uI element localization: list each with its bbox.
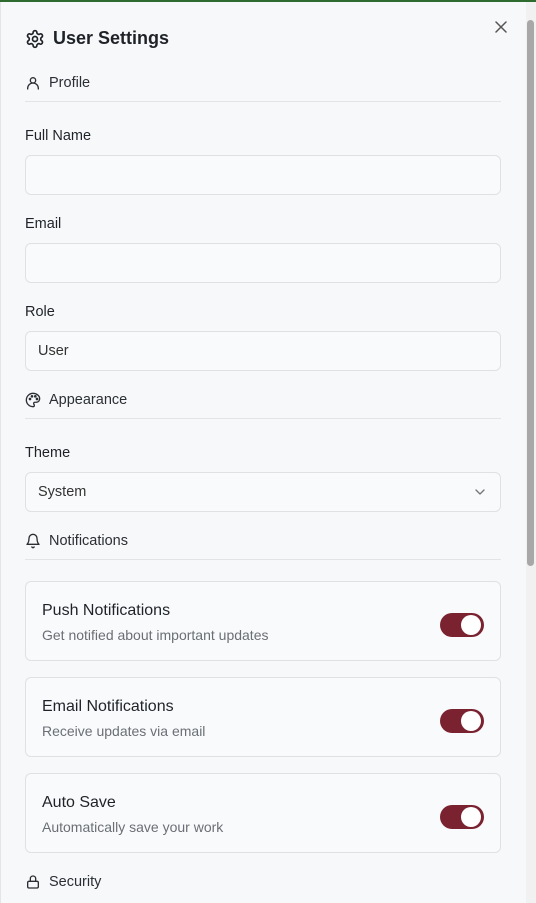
setting-card-push-notifications: Push Notifications Get notified about im… [25, 581, 501, 661]
setting-card-auto-save: Auto Save Automatically save your work [25, 773, 501, 853]
lock-icon [25, 874, 41, 890]
gear-icon [25, 29, 45, 49]
setting-description: Automatically save your work [42, 819, 224, 835]
dialog-header: User Settings [25, 28, 169, 49]
section-security: Security [25, 871, 501, 901]
theme-select-value: System [38, 484, 87, 500]
scrollbar[interactable] [526, 2, 536, 903]
close-button[interactable] [491, 17, 511, 37]
scrollbar-thumb[interactable] [527, 20, 534, 566]
theme-select[interactable]: System [25, 472, 501, 512]
toggle-knob [461, 711, 481, 731]
email-notifications-toggle[interactable] [440, 709, 484, 733]
settings-panel: User Settings Profile Full Name Email Ro… [0, 2, 526, 903]
chevron-down-icon [474, 486, 486, 498]
user-icon [25, 75, 41, 91]
setting-title: Auto Save [42, 794, 116, 811]
section-appearance: Appearance [25, 389, 501, 419]
role-label: Role [25, 304, 55, 320]
setting-title: Push Notifications [42, 602, 171, 619]
toggle-knob [461, 615, 481, 635]
email-input[interactable] [25, 243, 501, 283]
section-profile: Profile [25, 72, 501, 102]
setting-description: Get notified about important updates [42, 627, 269, 643]
palette-icon [25, 392, 41, 408]
close-icon [495, 21, 507, 33]
section-notifications-label: Notifications [49, 532, 128, 549]
toggle-knob [461, 807, 481, 827]
setting-description: Receive updates via email [42, 723, 206, 739]
bell-icon [25, 533, 41, 549]
section-security-label: Security [49, 874, 102, 890]
setting-card-email-notifications: Email Notifications Receive updates via … [25, 677, 501, 757]
section-appearance-label: Appearance [49, 391, 128, 408]
role-input[interactable]: User [25, 331, 501, 371]
page-title: User Settings [53, 28, 170, 48]
full-name-input[interactable] [25, 155, 501, 195]
email-label: Email [25, 216, 62, 232]
section-profile-label: Profile [49, 74, 91, 91]
full-name-label: Full Name [25, 128, 92, 144]
theme-label: Theme [25, 445, 71, 461]
section-notifications: Notifications [25, 530, 501, 560]
push-notifications-toggle[interactable] [440, 613, 484, 637]
auto-save-toggle[interactable] [440, 805, 484, 829]
setting-title: Email Notifications [42, 698, 174, 715]
